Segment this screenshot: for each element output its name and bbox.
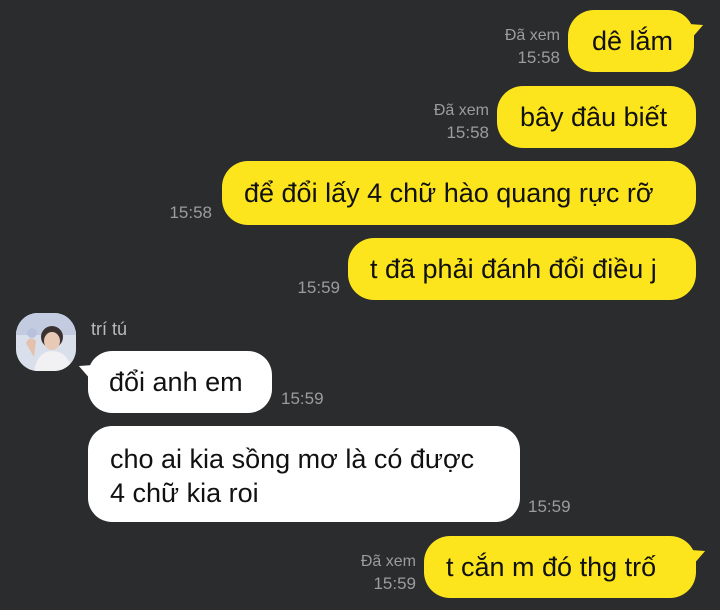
message-text: bây đâu biết <box>520 102 668 132</box>
message-meta: 15:59 <box>528 496 571 518</box>
message-text: t đã phải đánh đổi điều j <box>370 254 657 284</box>
timestamp: 15:59 <box>297 278 340 297</box>
chat-thread: Đã xem 15:58 dê lắm Đã xem 15:58 bây đâu… <box>0 0 720 610</box>
message-meta: 15:59 <box>297 277 340 299</box>
outgoing-message[interactable]: để đổi lấy 4 chữ hào quang rực rỡ <box>222 161 696 225</box>
incoming-message[interactable]: đổi anh em <box>88 351 272 413</box>
message-text-line: cho ai kia sồng mơ là có được <box>110 444 475 474</box>
seen-status: Đã xem <box>433 102 489 119</box>
timestamp: 15:59 <box>373 574 416 593</box>
outgoing-message[interactable]: dê lắm <box>568 10 694 72</box>
seen-status: Đã xem <box>504 27 560 44</box>
message-text: t cắn m đó thg trố <box>446 552 657 582</box>
message-text-line: 4 chữ kia roi <box>110 478 259 508</box>
outgoing-message[interactable]: t đã phải đánh đổi điều j <box>348 238 696 300</box>
timestamp: 15:59 <box>281 389 324 408</box>
message-text: để đổi lấy 4 chữ hào quang rực rỡ <box>244 178 654 208</box>
message-text: dê lắm <box>592 26 674 56</box>
message-text: đổi anh em <box>109 367 243 397</box>
message-meta: Đã xem 15:59 <box>361 551 416 595</box>
message-meta: 15:59 <box>281 388 324 410</box>
avatar[interactable] <box>16 313 76 371</box>
outgoing-message[interactable]: bây đâu biết <box>497 86 696 148</box>
incoming-message[interactable]: cho ai kia sồng mơ là có được 4 chữ kia … <box>88 426 520 522</box>
message-meta: Đã xem 15:58 <box>505 25 560 69</box>
timestamp: 15:59 <box>528 497 571 516</box>
message-meta: Đã xem 15:58 <box>434 100 489 144</box>
sender-name: trí tú <box>91 319 128 339</box>
message-meta: 15:58 <box>169 202 212 224</box>
seen-status: Đã xem <box>360 553 416 570</box>
user-avatar-photo-icon <box>16 313 76 371</box>
timestamp: 15:58 <box>169 203 212 222</box>
outgoing-message[interactable]: t cắn m đó thg trố <box>424 536 696 598</box>
timestamp: 15:58 <box>446 123 489 142</box>
timestamp: 15:58 <box>517 48 560 67</box>
